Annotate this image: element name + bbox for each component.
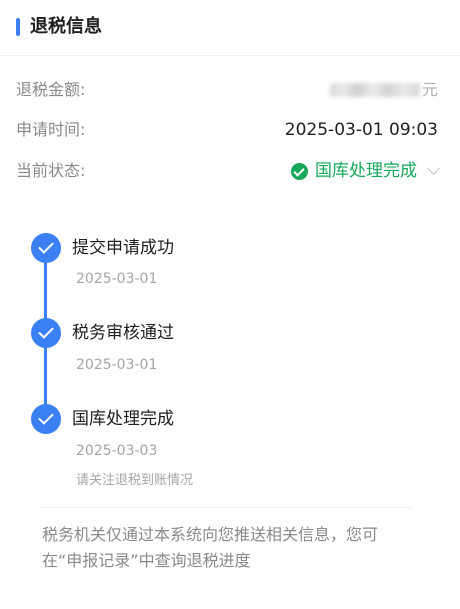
- step-note: 请关注退税到账情况: [76, 473, 194, 488]
- status-label: 当前状态:: [16, 161, 86, 180]
- check-icon: [31, 233, 61, 263]
- check-icon: [31, 404, 61, 434]
- status-dropdown[interactable]: 国库处理完成: [291, 159, 440, 183]
- check-icon: [31, 318, 61, 348]
- check-circle-icon: [291, 162, 308, 180]
- status-row[interactable]: 当前状态: 国库处理完成: [16, 159, 440, 185]
- notice-text: 税务机关仅通过本系统向您推送相关信息，您可在“申报记录”中查询退税进度: [42, 525, 379, 570]
- step-title: 税务审核通过: [72, 323, 174, 343]
- amount-redacted: [329, 83, 420, 97]
- header-accent-bar: [16, 18, 20, 36]
- section-header: 退税信息: [0, 0, 460, 56]
- step-date: 2025-03-03: [76, 443, 158, 459]
- section-title: 退税信息: [30, 16, 102, 37]
- step-date: 2025-03-01: [76, 271, 158, 287]
- time-value: 2025-03-01 09:03: [284, 120, 438, 140]
- time-label: 申请时间:: [16, 120, 86, 139]
- chevron-down-icon[interactable]: [427, 162, 440, 175]
- amount-label: 退税金额:: [16, 80, 86, 99]
- time-row: 申请时间: 2025-03-01 09:03: [16, 118, 438, 144]
- status-value: 国库处理完成: [315, 161, 417, 181]
- divider: [40, 507, 412, 508]
- amount-unit: 元: [421, 80, 438, 99]
- amount-row: 退税金额: 元: [16, 78, 438, 104]
- amount-value: 元: [329, 78, 438, 102]
- step-title: 提交申请成功: [72, 238, 174, 258]
- step-date: 2025-03-01: [76, 357, 158, 373]
- step-title: 国库处理完成: [72, 409, 174, 429]
